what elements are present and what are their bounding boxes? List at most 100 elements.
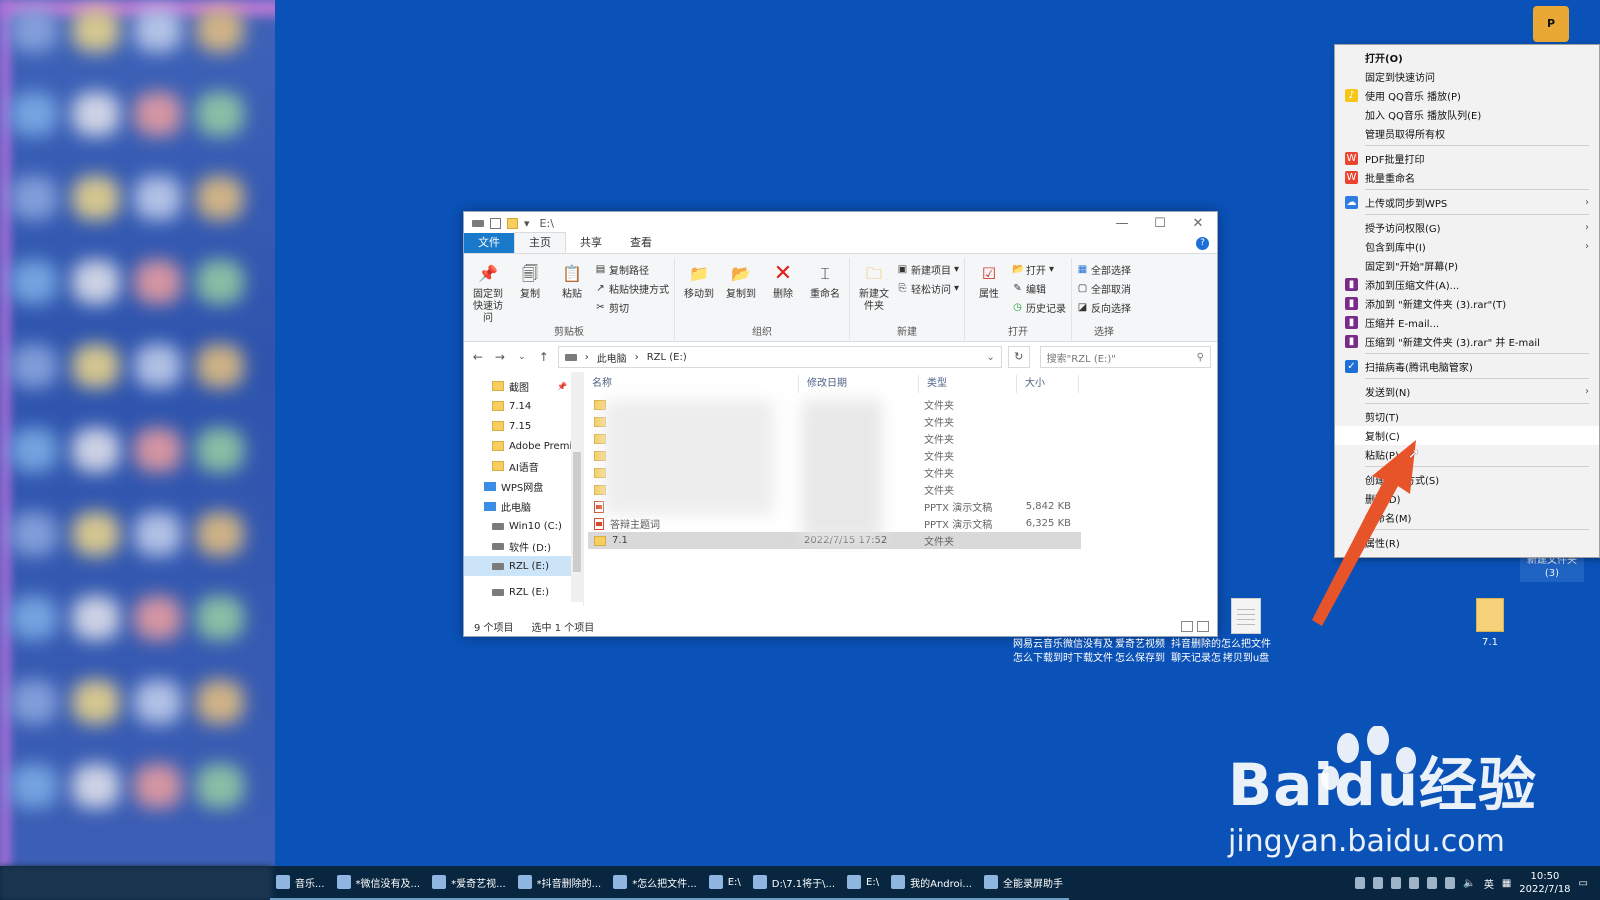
keyboard-icon[interactable]: ▦: [1502, 878, 1511, 889]
tray-app-icon[interactable]: [1373, 877, 1384, 889]
taskbar-item[interactable]: E:\: [702, 866, 747, 900]
menu-item[interactable]: ▮ 压缩并 E-mail...: [1335, 313, 1599, 332]
menu-item[interactable]: ♪ 使用 QQ音乐 播放(P): [1335, 86, 1599, 105]
menu-item[interactable]: 管理员取得所有权: [1335, 124, 1599, 143]
quick-access-dropdown-icon[interactable]: ▾: [524, 217, 530, 230]
desktop-icon[interactable]: 怎么把文件拷贝到u盘: [1218, 598, 1274, 666]
paste-shortcut-button[interactable]: ↗ 粘贴快捷方式: [595, 280, 669, 296]
nav-item[interactable]: 7.14: [464, 396, 583, 416]
menu-item[interactable]: 发送到(N) ›: [1335, 382, 1599, 401]
menu-item[interactable]: ▮ 压缩到 "新建文件夹 (3).rar" 并 E-mail: [1335, 332, 1599, 351]
tab-view[interactable]: 查看: [616, 233, 666, 253]
menu-item[interactable]: 创建快捷方式(S): [1335, 470, 1599, 489]
edit-button[interactable]: ✎ 编辑: [1012, 280, 1066, 296]
desktop-icon[interactable]: 7.1: [1456, 598, 1524, 664]
copy-path-button[interactable]: ▤ 复制路径: [595, 261, 669, 277]
new-folder-quick-icon[interactable]: [507, 217, 518, 229]
file-row[interactable]: 答辩主题词 PPTX 演示文稿 6,325 KB: [588, 515, 1217, 532]
taskbar-item[interactable]: 全能录屏助手: [977, 866, 1069, 900]
new-item-button[interactable]: ▣ 新建项目 ▾: [897, 261, 959, 277]
nav-item[interactable]: RZL (E:): [464, 582, 583, 602]
tab-share[interactable]: 共享: [566, 233, 616, 253]
taskbar-item[interactable]: 我的Androi...: [885, 866, 978, 900]
tab-file[interactable]: 文件: [464, 233, 514, 253]
notification-icon[interactable]: ▭: [1579, 878, 1588, 889]
desktop-app-icon[interactable]: P: [1533, 6, 1569, 42]
menu-item[interactable]: W PDF批量打印: [1335, 149, 1599, 168]
network-icon[interactable]: [1445, 877, 1456, 889]
menu-item[interactable]: 剪切(T): [1335, 407, 1599, 426]
clock[interactable]: 10:50 2022/7/18: [1519, 870, 1570, 896]
nav-item[interactable]: WPS网盘: [464, 476, 583, 496]
menu-item[interactable]: ▮ 添加到 "新建文件夹 (3).rar"(T): [1335, 294, 1599, 313]
tab-home[interactable]: 主页: [514, 232, 566, 253]
taskbar-item[interactable]: *微信没有及...: [330, 866, 427, 900]
minimize-icon[interactable]: —: [1103, 216, 1141, 231]
column-type[interactable]: 类型: [919, 375, 1017, 393]
breadcrumb-drive[interactable]: RZL (E:): [647, 352, 687, 363]
taskbar-item[interactable]: 音乐...: [270, 866, 331, 900]
ime-indicator[interactable]: 英: [1484, 876, 1494, 891]
nav-scrollbar[interactable]: [571, 372, 583, 602]
menu-item[interactable]: 删除(D): [1335, 489, 1599, 508]
nav-item[interactable]: AI语音: [464, 456, 583, 476]
column-name[interactable]: 名称: [584, 375, 799, 393]
address-bar[interactable]: › 此电脑 › RZL (E:) ⌄: [557, 346, 1002, 368]
close-icon[interactable]: ✕: [1179, 216, 1217, 231]
taskbar-item[interactable]: *抖音删除的...: [511, 866, 608, 900]
taskbar-item[interactable]: *怎么把文件...: [607, 866, 703, 900]
back-arrow-icon[interactable]: ←: [470, 350, 486, 364]
menu-item[interactable]: 粘贴(P): [1335, 445, 1599, 464]
search-input[interactable]: 搜索"RZL (E:)" ⚲: [1039, 346, 1211, 368]
menu-item[interactable]: W 批量重命名: [1335, 168, 1599, 187]
nav-item[interactable]: 截图 📌: [464, 376, 583, 396]
nav-item[interactable]: Win10 (C:): [464, 516, 583, 536]
open-button[interactable]: 📂 打开 ▾: [1012, 261, 1066, 277]
menu-item[interactable]: ✓ 扫描病毒(腾讯电脑管家): [1335, 357, 1599, 376]
cut-button[interactable]: ✂ 剪切: [595, 299, 669, 315]
maximize-icon[interactable]: ☐: [1141, 216, 1179, 231]
desktop-icon[interactable]: 微信没有及时下载文件已...: [1060, 598, 1116, 666]
easy-access-button[interactable]: ⎘ 轻松访问 ▾: [897, 280, 960, 296]
menu-item[interactable]: 固定到"开始"屏幕(P): [1335, 256, 1599, 275]
recent-dropdown-icon[interactable]: ⌄: [514, 352, 530, 362]
desktop-icon[interactable]: 抖音删除的聊天记录怎么...: [1168, 598, 1224, 666]
tray-app-icon[interactable]: [1427, 877, 1438, 889]
breadcrumb-pc[interactable]: 此电脑: [597, 350, 627, 365]
menu-item[interactable]: 授予访问权限(G) ›: [1335, 218, 1599, 237]
menu-item[interactable]: 复制(C): [1335, 426, 1599, 445]
desktop-icon[interactable]: 爱奇艺视频怎么保存到手...: [1112, 598, 1168, 666]
volume-icon[interactable]: 🔈: [1463, 878, 1475, 889]
desktop-icon[interactable]: 网易云音乐怎么下载到u盘: [1010, 598, 1066, 666]
menu-item[interactable]: 属性(R): [1335, 533, 1599, 552]
taskbar-item[interactable]: D:\7.1将于\...: [746, 866, 842, 900]
nav-item[interactable]: 7.15: [464, 416, 583, 436]
nav-item[interactable]: 软件 (D:): [464, 536, 583, 556]
menu-item[interactable]: 打开(O): [1335, 48, 1599, 67]
select-none-button[interactable]: ▢ 全部取消: [1077, 280, 1131, 296]
invert-selection-button[interactable]: ◪ 反向选择: [1077, 299, 1131, 315]
address-dropdown-icon[interactable]: ⌄: [986, 352, 994, 363]
select-all-button[interactable]: ▦ 全部选择: [1077, 261, 1131, 277]
nav-item[interactable]: Adobe Premier: [464, 436, 583, 456]
column-date[interactable]: 修改日期: [799, 375, 919, 393]
menu-item[interactable]: 重命名(M): [1335, 508, 1599, 527]
menu-item[interactable]: 加入 QQ音乐 播放队列(E): [1335, 105, 1599, 124]
taskbar-item[interactable]: *爱奇艺视...: [426, 866, 512, 900]
menu-item[interactable]: 固定到快速访问: [1335, 67, 1599, 86]
properties-quick-icon[interactable]: [490, 217, 501, 229]
nav-item[interactable]: 此电脑: [464, 496, 583, 516]
history-button[interactable]: ◷ 历史记录: [1012, 299, 1066, 315]
up-arrow-icon[interactable]: ↑: [536, 350, 552, 364]
menu-item[interactable]: ▮ 添加到压缩文件(A)...: [1335, 275, 1599, 294]
nav-item[interactable]: RZL (E:): [464, 556, 583, 576]
forward-arrow-icon[interactable]: →: [492, 350, 508, 364]
tray-app-icon[interactable]: [1391, 877, 1402, 889]
menu-item[interactable]: 包含到库中(I) ›: [1335, 237, 1599, 256]
refresh-icon[interactable]: ↻: [1007, 346, 1030, 368]
taskbar-item[interactable]: E:\: [841, 866, 886, 900]
tray-app-icon[interactable]: [1355, 877, 1366, 889]
column-size[interactable]: 大小: [1017, 375, 1079, 393]
tray-app-icon[interactable]: [1409, 877, 1420, 889]
help-icon[interactable]: ?: [1196, 237, 1209, 250]
